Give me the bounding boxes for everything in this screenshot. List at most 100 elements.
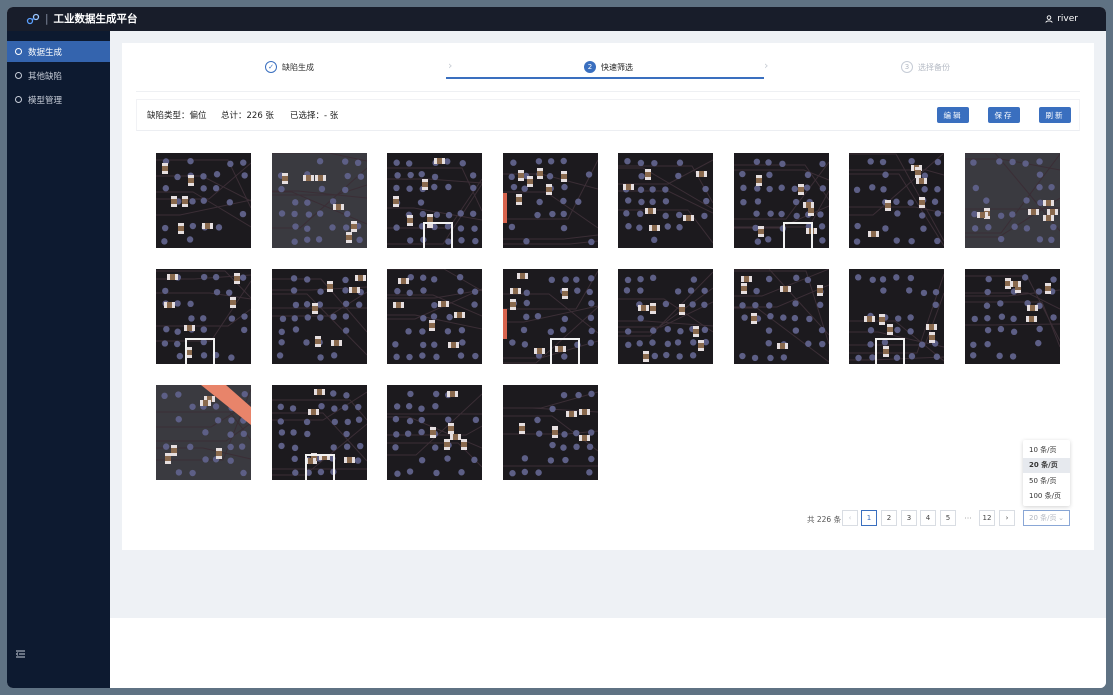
step-label: 缺陷生成 — [282, 62, 314, 72]
username: river — [1057, 14, 1078, 24]
defect-image-thumbnail[interactable] — [271, 269, 367, 364]
step-quick-filter[interactable]: 2 快速筛选 — [584, 60, 633, 74]
defect-image-thumbnail[interactable] — [271, 385, 367, 480]
defect-image-thumbnail[interactable] — [387, 153, 482, 248]
chevron-down-icon: ⌄ — [1058, 514, 1064, 522]
defect-image-thumbnail[interactable] — [271, 153, 367, 248]
defect-image-thumbnail[interactable] — [733, 269, 829, 364]
defect-image-thumbnail[interactable] — [618, 153, 713, 248]
sidebar-item-label: 数据生成 — [28, 47, 63, 58]
user-menu[interactable]: river — [1045, 13, 1078, 25]
menu-circle-icon — [15, 72, 22, 79]
prev-page-button[interactable]: ‹ — [842, 510, 858, 526]
step-select-backup[interactable]: 3 选择备份 — [901, 60, 950, 74]
step-check-icon: ✓ — [265, 61, 277, 73]
defect-image-thumbnail[interactable] — [618, 269, 713, 364]
title-separator: | — [45, 13, 49, 25]
page-size-option-100[interactable]: 100 条/页 — [1023, 489, 1070, 505]
sidebar-item-model-management[interactable]: 模型管理 — [7, 89, 110, 110]
chevron-right-icon: › — [764, 59, 769, 72]
pcb-image — [618, 269, 713, 364]
step-number: 3 — [901, 61, 913, 73]
pcb-image — [849, 153, 944, 248]
info-bar: 缺陷类型：偏位 总计：226 张 已选择：- 张 编辑 保存 刷新 — [136, 99, 1080, 131]
chevron-right-icon: › — [448, 59, 453, 72]
pcb-image — [271, 385, 367, 480]
pcb-image — [387, 385, 482, 480]
defect-image-thumbnail[interactable] — [964, 153, 1060, 248]
defect-image-thumbnail[interactable] — [964, 269, 1060, 364]
pcb-image — [387, 269, 482, 364]
app-window: | 工业数据生成平台 river 数据生成 其他缺陷 模型管理 ✓ 缺陷生成 › — [7, 7, 1106, 688]
pcb-image — [964, 153, 1060, 248]
pcb-image — [271, 153, 367, 248]
defect-image-thumbnail[interactable] — [502, 269, 598, 364]
step-label: 选择备份 — [918, 62, 950, 72]
defect-image-thumbnail[interactable] — [387, 269, 482, 364]
pcb-image — [271, 269, 367, 364]
pcb-image — [502, 385, 598, 480]
pcb-image — [964, 269, 1060, 364]
sidebar-item-label: 模型管理 — [28, 95, 63, 106]
page-size-option-10[interactable]: 10 条/页 — [1023, 442, 1070, 458]
defect-type-label: 缺陷类型：偏位 — [147, 111, 207, 121]
content-card: ✓ 缺陷生成 › 2 快速筛选 › 3 选择备份 缺陷类型：偏位 总计：226 … — [122, 43, 1094, 550]
divider — [136, 91, 1080, 92]
page-5-button[interactable]: 5 — [940, 510, 956, 526]
sidebar: 数据生成 其他缺陷 模型管理 — [7, 31, 110, 688]
edit-button[interactable]: 编辑 — [937, 107, 969, 123]
pcb-image — [387, 153, 482, 248]
pagination-ellipsis[interactable]: ··· — [960, 510, 976, 526]
defect-image-thumbnail[interactable] — [156, 269, 251, 364]
app-title-text: 工业数据生成平台 — [53, 13, 138, 25]
page-2-button[interactable]: 2 — [881, 510, 897, 526]
pcb-image — [156, 385, 251, 480]
save-button[interactable]: 保存 — [988, 107, 1020, 123]
page-12-button[interactable]: 12 — [979, 510, 995, 526]
next-page-button[interactable]: › — [999, 510, 1015, 526]
user-icon — [1045, 15, 1053, 23]
defect-image-thumbnail[interactable] — [849, 269, 944, 364]
pcb-image — [849, 269, 944, 364]
page-4-button[interactable]: 4 — [920, 510, 936, 526]
menu-circle-icon — [15, 48, 22, 55]
page-size-option-50[interactable]: 50 条/页 — [1023, 473, 1070, 489]
menu-circle-icon — [15, 96, 22, 103]
pcb-image — [502, 269, 598, 364]
pcb-image — [156, 269, 251, 364]
defect-image-thumbnail[interactable] — [733, 153, 829, 248]
main-content: ✓ 缺陷生成 › 2 快速筛选 › 3 选择备份 缺陷类型：偏位 总计：226 … — [110, 31, 1106, 618]
defect-image-thumbnail[interactable] — [387, 385, 482, 480]
sidebar-item-label: 其他缺陷 — [28, 71, 63, 82]
logo-icon — [26, 13, 40, 25]
defect-image-thumbnail[interactable] — [156, 153, 251, 248]
pcb-image — [733, 269, 829, 364]
menu-collapse-icon[interactable] — [16, 650, 25, 658]
bottom-panel — [110, 618, 1106, 688]
page-size-option-20[interactable]: 20 条/页 — [1023, 457, 1070, 473]
step-label: 快速筛选 — [601, 62, 633, 72]
page-3-button[interactable]: 3 — [901, 510, 917, 526]
page-1-button[interactable]: 1 — [861, 510, 877, 526]
pcb-image — [733, 153, 829, 248]
sidebar-item-other-defects[interactable]: 其他缺陷 — [7, 65, 110, 86]
pagination-total: 共 226 条 — [807, 515, 842, 524]
page-size-dropdown: 10 条/页 20 条/页 50 条/页 100 条/页 — [1023, 440, 1070, 506]
defect-image-thumbnail[interactable] — [156, 385, 251, 480]
defect-image-thumbnail[interactable] — [849, 153, 944, 248]
step-number: 2 — [584, 61, 596, 73]
top-bar: | 工业数据生成平台 river — [7, 7, 1106, 31]
pcb-image — [618, 153, 713, 248]
total-count-label: 总计：226 张 — [221, 111, 274, 121]
sidebar-item-data-generation[interactable]: 数据生成 — [7, 41, 110, 62]
step-defect-generation[interactable]: ✓ 缺陷生成 — [265, 60, 314, 74]
defect-image-thumbnail[interactable] — [502, 385, 598, 480]
page-size-value: 20 条/页 — [1029, 514, 1057, 522]
pcb-image — [156, 153, 251, 248]
step-bar: ✓ 缺陷生成 › 2 快速筛选 › 3 选择备份 — [122, 43, 1094, 91]
refresh-button[interactable]: 刷新 — [1039, 107, 1071, 123]
active-step-underline — [446, 77, 764, 79]
selected-count-label: 已选择：- 张 — [290, 111, 339, 121]
defect-image-thumbnail[interactable] — [502, 153, 598, 248]
page-size-select[interactable]: 20 条/页 ⌄ — [1023, 510, 1070, 526]
